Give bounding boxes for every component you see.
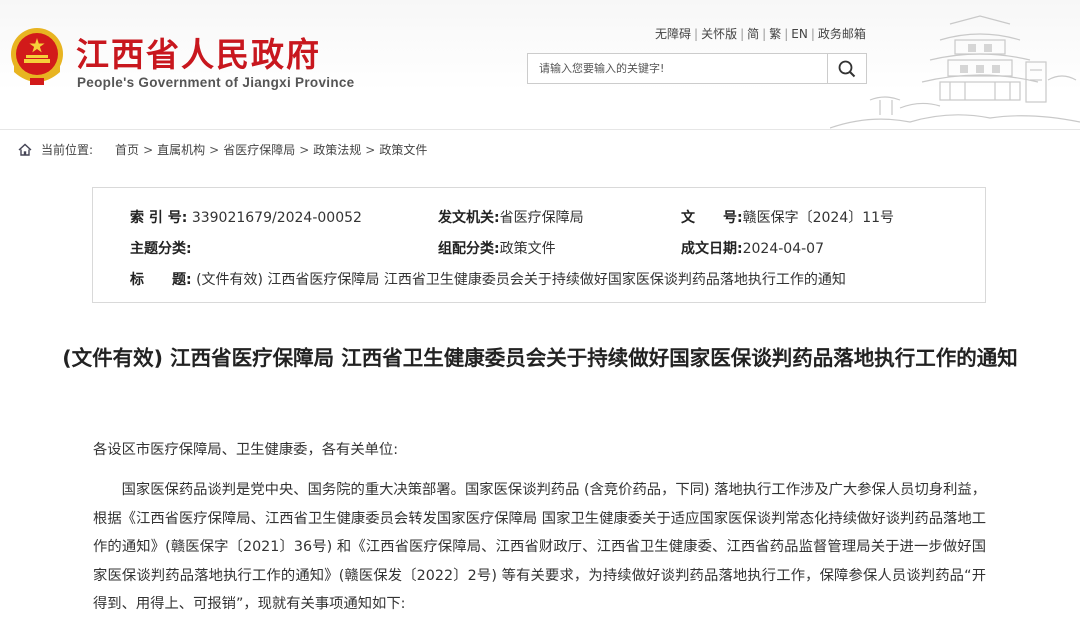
divider: | — [762, 27, 767, 41]
search-box — [527, 53, 867, 84]
search-input[interactable] — [528, 54, 828, 83]
english-link[interactable]: EN — [791, 27, 808, 41]
article-paragraph: 国家医保药品谈判是党中央、国务院的重大决策部署。国家医保谈判药品 (含竞价药品，… — [93, 482, 986, 612]
site-subtitle: People's Government of Jiangxi Province — [77, 75, 355, 90]
breadcrumb: 当前位置: 首页 > 直属机构 > 省医疗保障局 > 政策法规 > 政策文件 — [18, 141, 427, 158]
header-divider — [0, 129, 1080, 130]
site-title[interactable]: 江西省人民政府 — [76, 28, 321, 76]
category-value: 政策文件 — [499, 241, 556, 257]
breadcrumb-policies[interactable]: 政策法规 — [313, 141, 361, 158]
home-icon — [18, 143, 32, 156]
breadcrumb-separator: > — [209, 142, 220, 157]
national-emblem-icon[interactable] — [8, 26, 66, 90]
breadcrumb-medical-security-bureau[interactable]: 省医疗保障局 — [223, 141, 295, 158]
divider: | — [740, 27, 745, 41]
topic-label: 主题分类: — [130, 241, 192, 257]
document-meta-box: 索 引 号: 339021679/2024-00052 发文机关:省医疗保障局 … — [92, 187, 986, 303]
breadcrumb-separator: > — [299, 142, 310, 157]
date-value: 2024-04-07 — [742, 241, 824, 257]
title-label: 标 题: — [130, 272, 192, 288]
breadcrumb-current-label: 当前位置: — [41, 143, 94, 157]
divider: | — [784, 27, 789, 41]
divider: | — [694, 27, 699, 41]
issuer-label: 发文机关: — [438, 210, 500, 226]
meta-cell-docno: 文 号:赣医保字〔2024〕11号 — [681, 207, 894, 227]
article-greeting: 各设区市医疗保障局、卫生健康委，各有关单位: — [93, 442, 399, 458]
simplified-chinese-link[interactable]: 简 — [747, 27, 759, 41]
breadcrumb-direct-agencies[interactable]: 直属机构 — [157, 141, 205, 158]
article-title: (文件有效) 江西省医疗保障局 江西省卫生健康委员会关于持续做好国家医保谈判药品… — [62, 346, 1018, 370]
meta-cell-category: 组配分类:政策文件 — [438, 238, 556, 258]
meta-cell-date: 成文日期:2024-04-07 — [681, 238, 824, 258]
issuer-value: 省医疗保障局 — [499, 210, 584, 226]
docno-value: 赣医保字〔2024〕11号 — [742, 210, 895, 226]
meta-row: 主题分类: — [130, 238, 192, 258]
meta-row: 标 题: (文件有效) 江西省医疗保障局 江西省卫生健康委员会关于持续做好国家医… — [130, 269, 846, 289]
care-mode-link[interactable]: 关怀版 — [701, 27, 737, 41]
divider: | — [810, 27, 815, 41]
breadcrumb-policy-documents[interactable]: 政策文件 — [379, 141, 427, 158]
breadcrumb-separator: > — [143, 142, 154, 157]
site-header: 江西省人民政府 People's Government of Jiangxi P… — [0, 0, 1080, 130]
docno-label: 文 号: — [681, 210, 743, 226]
meta-cell-issuer: 发文机关:省医疗保障局 — [438, 207, 584, 227]
breadcrumb-home[interactable]: 首页 — [115, 141, 139, 158]
title-value: (文件有效) 江西省医疗保障局 江西省卫生健康委员会关于持续做好国家医保谈判药品… — [196, 272, 846, 288]
meta-row: 索 引 号: 339021679/2024-00052 — [130, 207, 362, 227]
pavilion-illustration-icon — [830, 15, 1080, 129]
category-label: 组配分类: — [438, 241, 500, 257]
traditional-chinese-link[interactable]: 繁 — [769, 27, 781, 41]
accessibility-link[interactable]: 无障碍 — [655, 27, 691, 41]
index-value: 339021679/2024-00052 — [191, 210, 362, 226]
date-label: 成文日期: — [681, 241, 743, 257]
breadcrumb-separator: > — [365, 142, 376, 157]
index-label: 索 引 号: — [130, 210, 188, 226]
